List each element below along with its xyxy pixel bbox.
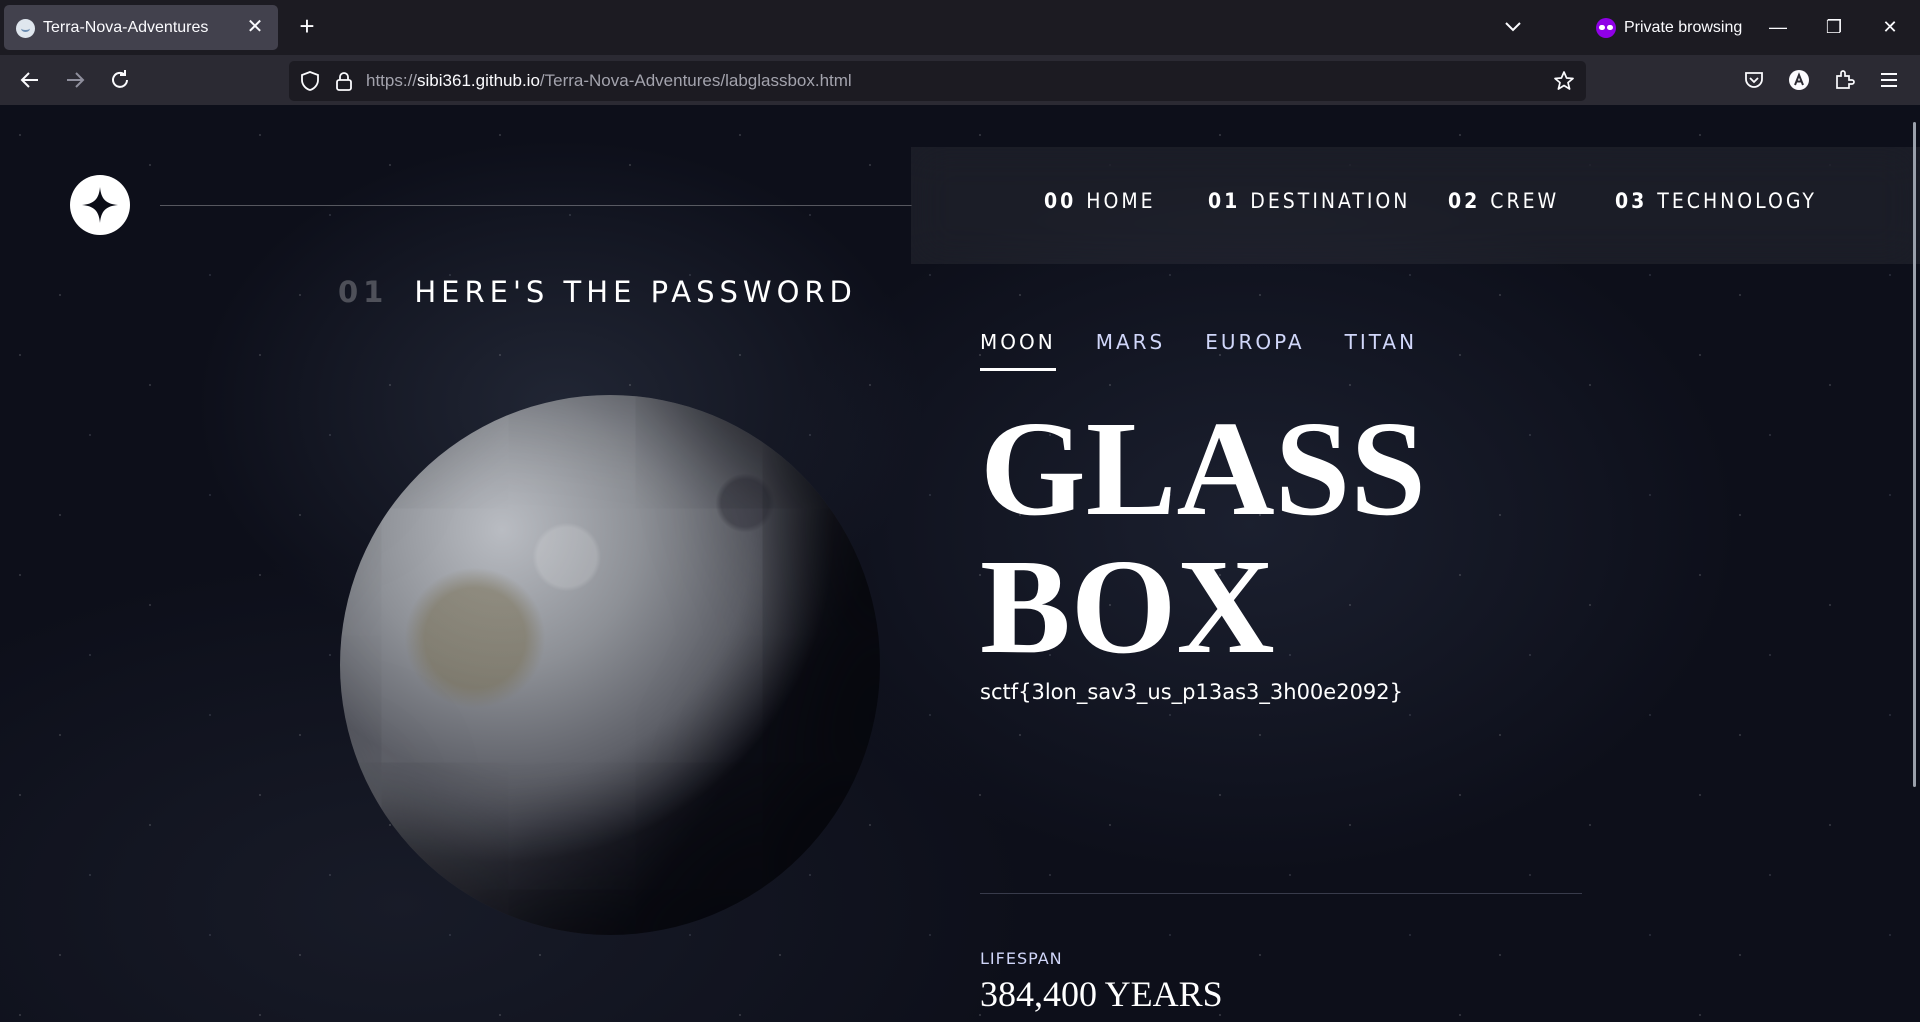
nav-item-crew[interactable]: 02 CREW — [1448, 189, 1559, 213]
site-logo-icon[interactable] — [70, 175, 130, 235]
new-tab-button[interactable]: + — [293, 12, 321, 40]
tracking-protection-shield-icon[interactable] — [299, 70, 321, 92]
pocket-icon[interactable] — [1741, 67, 1767, 93]
moon-image — [340, 395, 880, 935]
forward-icon[interactable] — [60, 65, 90, 95]
window-close-icon[interactable]: ✕ — [1874, 12, 1906, 42]
back-icon[interactable] — [15, 65, 45, 95]
page-scrollbar[interactable] — [1913, 122, 1916, 787]
nav-item-home[interactable]: 00 HOME — [1044, 189, 1156, 213]
restore-icon[interactable]: ❐ — [1818, 12, 1850, 42]
reload-icon[interactable] — [105, 65, 135, 95]
url-text[interactable]: https://sibi361.github.io/Terra-Nova-Adv… — [366, 71, 852, 91]
tab-title: Terra-Nova-Adventures — [43, 19, 209, 36]
tab-europa[interactable]: EUROPA — [1205, 330, 1304, 371]
content-divider — [980, 893, 1582, 894]
destination-tabs: MOON MARS EUROPA TITAN — [980, 330, 1417, 371]
stat-value: 384,400 YEARS — [980, 974, 1223, 1014]
lock-icon[interactable] — [333, 70, 355, 92]
stat-label: LIFESPAN — [980, 949, 1063, 968]
tab-moon[interactable]: MOON — [980, 330, 1056, 371]
minimize-icon[interactable]: — — [1762, 12, 1794, 42]
page-eyebrow-heading: 01 HERE'S THE PASSWORD — [338, 275, 857, 309]
list-all-tabs-icon[interactable] — [1500, 14, 1526, 40]
nav-item-destination[interactable]: 01 DESTINATION — [1208, 189, 1410, 213]
private-browsing-indicator: Private browsing — [1596, 16, 1742, 40]
main-navigation: 00 HOME 01 DESTINATION 02 CREW 03 TECHNOLOGY — [911, 147, 1920, 264]
extensions-icon[interactable] — [1831, 67, 1857, 93]
page-content: 00 HOME 01 DESTINATION 02 CREW 03 TECHNOLOGY… — [0, 105, 1920, 1022]
site-favicon-icon — [16, 19, 35, 38]
browser-tab[interactable]: Terra-Nova-Adventures ✕ — [4, 5, 278, 50]
tab-mars[interactable]: MARS — [1096, 330, 1166, 371]
app-menu-icon[interactable] — [1876, 67, 1902, 93]
close-tab-icon[interactable]: ✕ — [244, 15, 266, 39]
bookmark-star-icon[interactable] — [1552, 69, 1576, 93]
url-bar[interactable]: https://sibi361.github.io/Terra-Nova-Adv… — [289, 61, 1586, 101]
browser-nav-bar: https://sibi361.github.io/Terra-Nova-Adv… — [0, 55, 1920, 105]
nav-item-technology[interactable]: 03 TECHNOLOGY — [1615, 189, 1817, 213]
private-mask-icon — [1596, 18, 1616, 38]
destination-title: GLASS BOX — [980, 394, 1426, 682]
private-browsing-label: Private browsing — [1624, 19, 1743, 36]
password-flag-text: sctf{3lon_sav3_us_p13as3_3h00e2092} — [980, 680, 1404, 704]
tab-titan[interactable]: TITAN — [1345, 330, 1417, 371]
browser-tab-bar: Terra-Nova-Adventures ✕ + Private browsi… — [0, 0, 1920, 55]
header-divider — [160, 205, 912, 206]
account-avatar-icon[interactable] — [1786, 67, 1812, 93]
